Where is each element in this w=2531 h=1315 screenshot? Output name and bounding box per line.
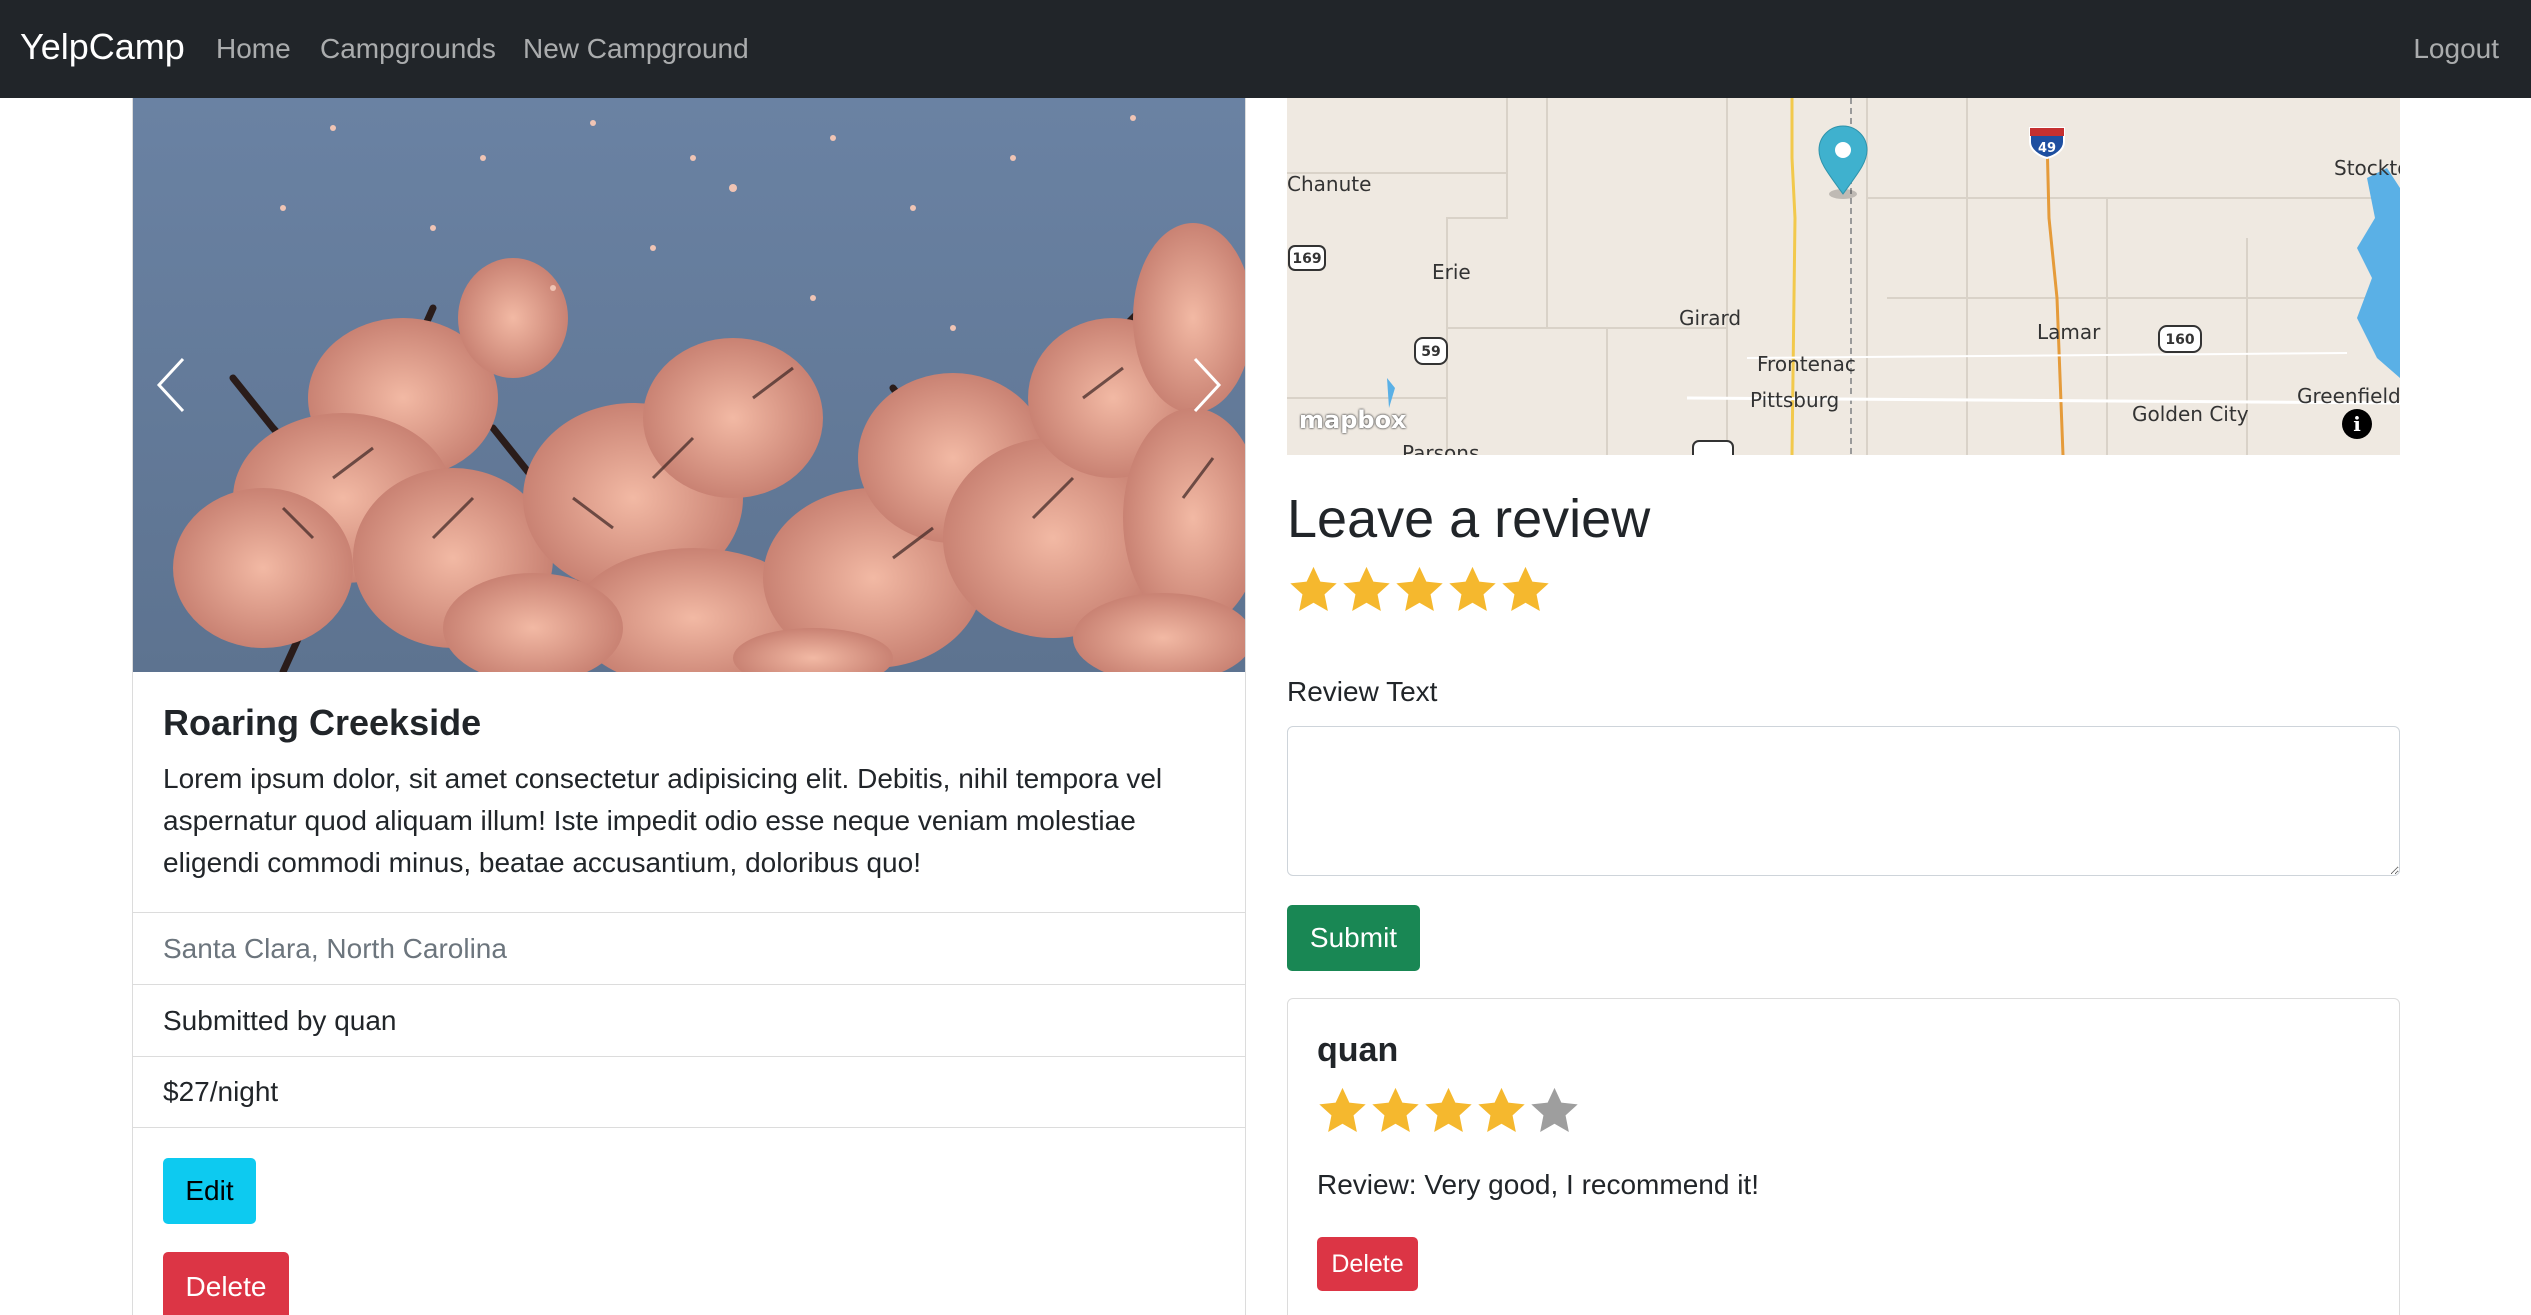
delete-review-button[interactable]: Delete: [1317, 1237, 1418, 1291]
map-label: Golden City: [2132, 402, 2249, 426]
campground-author: Submitted by quan: [133, 984, 1245, 1056]
review-text-input[interactable]: [1287, 726, 2400, 876]
review-form-heading: Leave a review: [1287, 489, 1651, 549]
review-text-label: Review Text: [1287, 676, 1438, 707]
review-text: Review: Very good, I recommend it!: [1317, 1169, 1759, 1200]
nav-link-home[interactable]: Home: [216, 33, 291, 65]
campground-price: $27/night: [133, 1056, 1245, 1128]
nav-link-campgrounds[interactable]: Campgrounds: [320, 33, 496, 65]
map-label: Erie: [1432, 260, 1471, 284]
star-icon[interactable]: [1393, 562, 1446, 618]
svg-text:160: 160: [2165, 332, 2194, 348]
star-icon: [1425, 1087, 1472, 1132]
delete-campground-button[interactable]: Delete: [163, 1252, 289, 1315]
edit-button[interactable]: Edit: [163, 1158, 256, 1224]
star-icon[interactable]: [1287, 562, 1340, 618]
map-label: Stockto: [2334, 156, 2400, 180]
star-icon[interactable]: [1499, 562, 1552, 618]
carousel-next-button[interactable]: [1075, 98, 1225, 672]
mapbox-logo[interactable]: mapbox: [1299, 406, 1407, 434]
campground-title: Roaring Creekside: [163, 702, 482, 743]
map-label: Chanute: [1287, 172, 1372, 196]
map-label: Greenfield: [2297, 384, 2400, 408]
nav-link-new-campground[interactable]: New Campground: [523, 33, 749, 65]
brand-link[interactable]: YelpCamp: [20, 26, 185, 68]
image-carousel: [133, 98, 1245, 672]
map-label: Girard: [1679, 306, 1742, 330]
campground-description: Lorem ipsum dolor, sit amet consectetur …: [163, 763, 1163, 878]
campground-card: Roaring Creekside Lorem ipsum dolor, sit…: [132, 98, 1246, 1315]
map-label: Lamar: [2037, 320, 2101, 344]
star-icon: [1478, 1087, 1525, 1132]
review-author: quan: [1317, 1031, 1399, 1069]
svg-text:49: 49: [2038, 141, 2056, 156]
svg-text:169: 169: [1292, 251, 1321, 267]
star-icon: [1319, 1087, 1366, 1132]
carousel-prev-button[interactable]: [153, 98, 303, 672]
navbar: YelpCamp Home Campgrounds New Campground…: [0, 0, 2531, 98]
star-icon: [1372, 1087, 1419, 1132]
svg-text:59: 59: [1421, 344, 1440, 360]
map-label: Frontenac: [1757, 352, 1856, 376]
rating-input[interactable]: [1287, 562, 1552, 618]
star-icon: [1531, 1087, 1578, 1132]
map-label: Pittsburg: [1750, 388, 1840, 412]
info-icon[interactable]: i: [2342, 409, 2372, 439]
review-card: quan Review: Very good, I recommend it! …: [1287, 998, 2400, 1315]
chevron-left-icon: [156, 357, 185, 413]
nav-link-logout[interactable]: Logout: [2413, 33, 2499, 65]
submit-button[interactable]: Submit: [1287, 905, 1420, 971]
star-icon[interactable]: [1340, 562, 1393, 618]
campground-map[interactable]: 169 59 49 160 Chanute Erie Girard Fronte…: [1287, 98, 2400, 455]
star-icon[interactable]: [1446, 562, 1499, 618]
campground-location: Santa Clara, North Carolina: [133, 912, 1245, 984]
chevron-right-icon: [1193, 357, 1222, 413]
map-label: Parsons: [1402, 441, 1480, 455]
review-rating: [1316, 1083, 1581, 1139]
